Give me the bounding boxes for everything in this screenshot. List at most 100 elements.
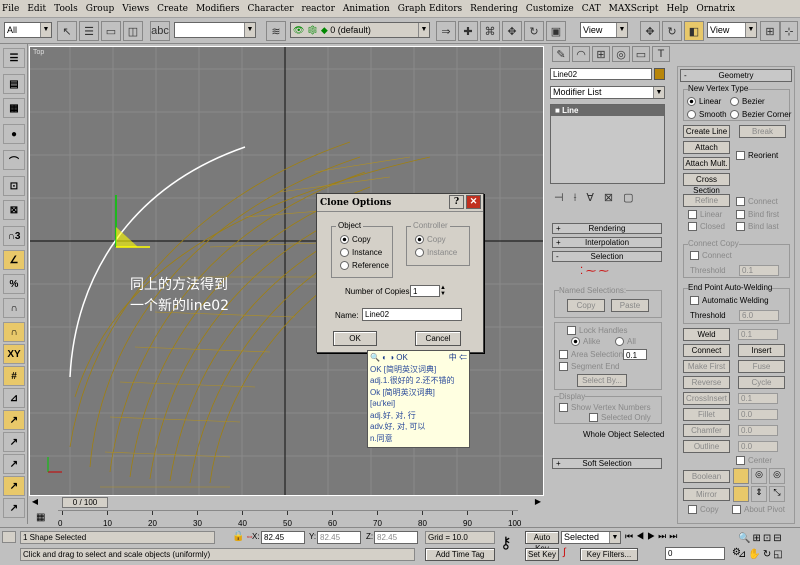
center-checkbox[interactable]: Center <box>736 456 772 465</box>
controller-instance-radio[interactable]: Instance <box>415 248 457 257</box>
named-selection-set-dropdown[interactable]: ▼ <box>174 22 256 38</box>
menu-ornatrix[interactable]: Ornatrix <box>696 4 735 14</box>
show-vertex-numbers-checkbox[interactable]: Show Vertex Numbers <box>559 403 651 412</box>
menu-create[interactable]: Create <box>157 4 188 14</box>
num-copies-field[interactable]: 1 <box>410 285 440 297</box>
scale-icon[interactable]: ◧ <box>684 21 704 41</box>
linear-radio[interactable]: Linear <box>687 97 721 106</box>
link-icon[interactable]: ⇒ <box>436 21 456 41</box>
viewport-label[interactable]: Top <box>33 49 44 56</box>
selection-level-icons[interactable]: ⁚ ⁓ ⁓ <box>580 266 609 277</box>
threshold-spinner[interactable]: 0.1 <box>739 265 779 276</box>
fillet-spinner[interactable]: 0.0 <box>738 409 778 420</box>
help-icon[interactable]: ? <box>449 195 464 209</box>
pivot-center-icon[interactable]: ⊞ <box>760 21 780 41</box>
unlink-icon[interactable]: ✚ <box>458 21 478 41</box>
key-filters-button[interactable]: Key Filters... <box>580 548 638 561</box>
link-tool-icon[interactable]: ⊡ <box>3 176 25 196</box>
chamfer-button[interactable]: Chamfer <box>683 424 730 437</box>
layer-manager-icon[interactable]: ≋ <box>266 21 286 41</box>
connect-copy-checkbox[interactable]: Connect <box>690 251 732 260</box>
window-crossing-icon[interactable]: ◫ <box>123 21 143 41</box>
menu-maxscript[interactable]: MAXScript <box>609 4 659 14</box>
threshold2-spinner[interactable]: 6.0 <box>739 310 779 321</box>
mirror-v-icon[interactable]: ⇕ <box>751 486 767 502</box>
menu-modifiers[interactable]: Modifiers <box>196 4 240 14</box>
key-icon[interactable]: ⚷ <box>500 533 512 553</box>
boolean-button[interactable]: Boolean <box>683 470 730 483</box>
y-coord-field[interactable]: 82.45 <box>317 531 361 544</box>
weld-spinner[interactable]: 0.1 <box>738 329 778 340</box>
track-bar-icon[interactable]: ▦ <box>36 512 45 523</box>
key-mode-dropdown[interactable]: Selected ▼ <box>561 531 621 544</box>
time-slider[interactable]: 0 / 100 ◀ ▶ <box>29 497 544 509</box>
named-selection-icon[interactable]: abc <box>150 21 170 41</box>
tool-4-icon[interactable]: ↗ <box>3 476 25 496</box>
hierarchy-tab-icon[interactable]: ⊞ <box>592 46 610 62</box>
modify-tab-icon[interactable]: ◠ <box>572 46 590 62</box>
prev-frame-icon[interactable]: ◀ <box>29 497 41 508</box>
mirror-tool-icon[interactable]: ∩ <box>3 322 25 342</box>
selection-rollout[interactable]: - Selection <box>552 251 662 262</box>
menu-group[interactable]: Group <box>86 4 114 14</box>
rotate-icon[interactable]: ↻ <box>662 21 682 41</box>
snap3-icon[interactable]: ∩3 <box>3 226 25 246</box>
soft-selection-rollout[interactable]: + Soft Selection <box>552 458 662 469</box>
menu-tools[interactable]: Tools <box>54 4 78 14</box>
playback-controls[interactable]: ⏮◀▶⏭⏭ <box>625 531 735 545</box>
copy-radio[interactable]: Copy <box>340 235 371 244</box>
rect-select-icon[interactable]: ▭ <box>101 21 121 41</box>
bind-spacewarp-icon[interactable]: ⌘ <box>480 21 500 41</box>
menu-rendering[interactable]: Rendering <box>470 4 518 14</box>
key-tangent-icon[interactable]: ∫ <box>563 547 566 558</box>
fuse-button[interactable]: Fuse <box>738 360 785 373</box>
menu-reactor[interactable]: reactor <box>302 4 335 14</box>
auto-key-button[interactable]: Auto Key <box>525 531 559 553</box>
schematic-icon[interactable]: ▦ <box>3 98 25 118</box>
reference-coord-dropdown[interactable]: View ▼ <box>580 22 628 38</box>
stack-tools[interactable]: ⊣⟊∀⊠▢ <box>554 191 664 207</box>
unlink-tool-icon[interactable]: ⊠ <box>3 200 25 220</box>
copy-selection-button[interactable]: Copy <box>567 299 605 312</box>
cancel-button[interactable]: Cancel <box>415 331 461 346</box>
spinner-snap-icon[interactable]: ∩ <box>3 298 25 318</box>
material-editor-icon[interactable]: ● <box>3 124 25 144</box>
intersect-icon[interactable]: ◎ <box>769 468 785 484</box>
alike-radio[interactable]: Alike <box>571 337 600 346</box>
all-radio[interactable]: All <box>615 337 636 346</box>
area-selection-field[interactable]: 0.1 <box>623 349 647 360</box>
grid-icon[interactable]: # <box>3 366 25 386</box>
refine-button[interactable]: Refine <box>683 194 730 207</box>
percent-snap-icon[interactable]: % <box>3 274 25 294</box>
next-frame-icon[interactable]: ▶ <box>532 497 544 508</box>
display-tab-icon[interactable]: ▭ <box>632 46 650 62</box>
cycle-button[interactable]: Cycle <box>738 376 785 389</box>
select-by-name-icon[interactable]: ☰ <box>79 21 99 41</box>
x-coord-field[interactable]: 82.45 <box>261 531 305 544</box>
reverse-button[interactable]: Reverse <box>683 376 730 389</box>
chamfer-spinner[interactable]: 0.0 <box>738 425 778 436</box>
select-scale-icon[interactable]: ▣ <box>546 21 566 41</box>
menu-animation[interactable]: Animation <box>343 4 390 14</box>
stack-item-line[interactable]: ■ Line <box>551 105 664 116</box>
tool-5-icon[interactable]: ↗ <box>3 498 25 518</box>
utilities-tab-icon[interactable]: T <box>652 46 670 62</box>
bezier-corner-radio[interactable]: Bezier Corner <box>730 110 791 119</box>
insert-button[interactable]: Insert <box>738 344 785 357</box>
interpolation-rollout[interactable]: + Interpolation <box>552 237 662 248</box>
menu-help[interactable]: Help <box>667 4 689 14</box>
instance-radio[interactable]: Instance <box>340 248 382 257</box>
create-line-button[interactable]: Create Line <box>683 125 730 138</box>
select-by-button[interactable]: Select By... <box>577 374 627 387</box>
lock-selection-icon[interactable]: 🔒 <box>232 531 244 542</box>
menu-views[interactable]: Views <box>122 4 149 14</box>
connect-button[interactable]: Connect <box>683 344 730 357</box>
maxscript-listener-icon[interactable] <box>2 531 16 543</box>
select-rotate-icon[interactable]: ↻ <box>524 21 544 41</box>
object-name-field[interactable]: Line02 <box>550 68 652 80</box>
motion-tab-icon[interactable]: ◎ <box>612 46 630 62</box>
automatic-welding-checkbox[interactable]: Automatic Welding <box>690 296 769 305</box>
mirror-copy-checkbox[interactable]: Copy <box>688 505 719 514</box>
ok-button[interactable]: OK <box>333 331 377 346</box>
menu-customize[interactable]: Customize <box>526 4 574 14</box>
